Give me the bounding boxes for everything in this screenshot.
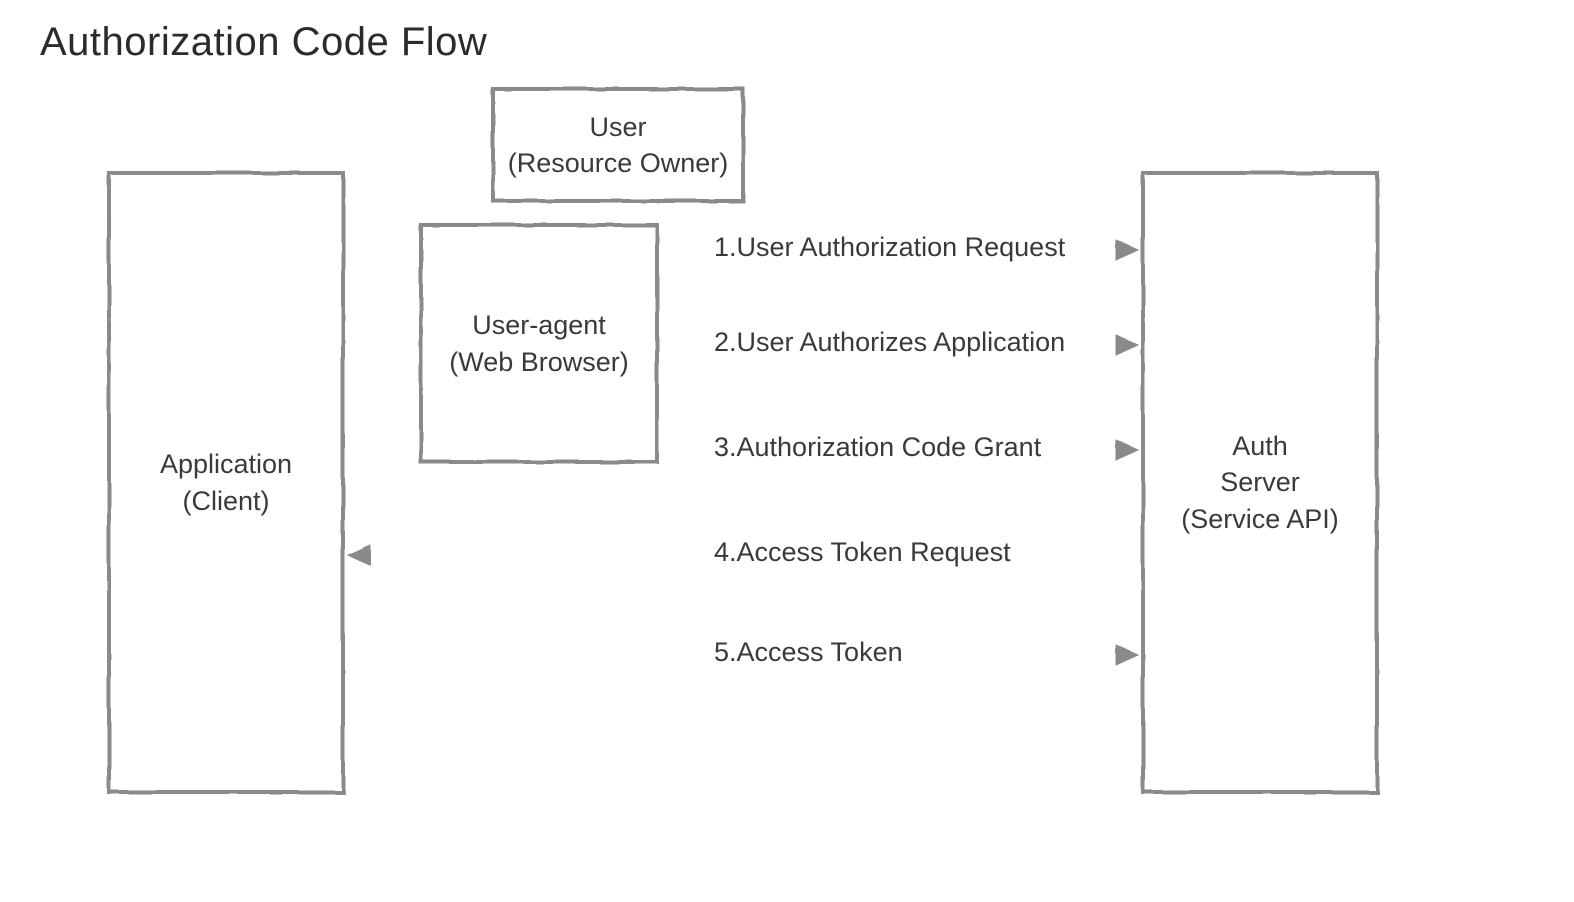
flow-label-2: 2.User Authorizes Application	[700, 327, 1079, 358]
box-authserver-label-line2: Server	[1181, 464, 1339, 500]
box-user-label-line1: User	[508, 109, 729, 145]
box-useragent-label-line2: (Web Browser)	[449, 344, 629, 380]
box-user-label-line2: (Resource Owner)	[508, 145, 729, 181]
diagram-title: Authorization Code Flow	[40, 20, 487, 65]
diagram-canvas: Authorization Code Flow Application (Cli…	[0, 0, 1574, 902]
box-useragent-label-line1: User-agent	[449, 307, 629, 343]
box-application-label-line2: (Client)	[160, 483, 292, 519]
flow-label-5: 5.Access Token	[700, 637, 917, 668]
box-user: User (Resource Owner)	[490, 86, 746, 204]
flow-label-3: 3.Authorization Code Grant	[700, 432, 1055, 463]
box-authserver: Auth Server (Service API)	[1140, 170, 1380, 795]
flow-label-1: 1.User Authorization Request	[700, 232, 1079, 263]
flow-label-4: 4.Access Token Request	[700, 537, 1025, 568]
box-authserver-label-line1: Auth	[1181, 428, 1339, 464]
box-authserver-label-line3: (Service API)	[1181, 501, 1339, 537]
box-application-label-line1: Application	[160, 446, 292, 482]
box-application: Application (Client)	[106, 170, 346, 795]
